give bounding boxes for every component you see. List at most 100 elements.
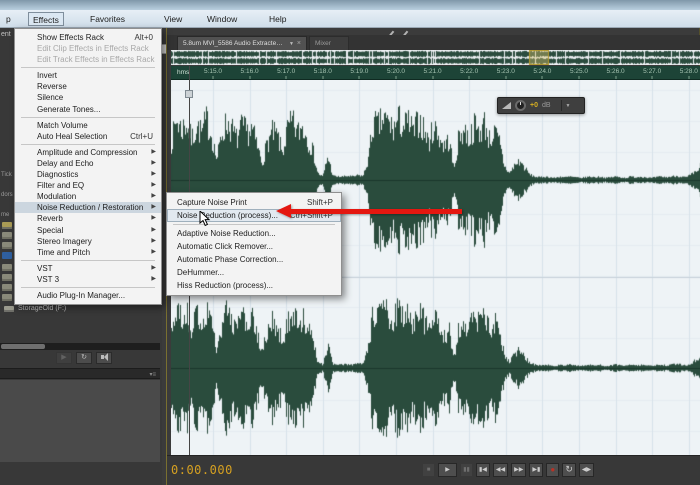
drive-icon[interactable] [2, 264, 12, 271]
menu-item-view[interactable]: View [160, 12, 186, 26]
arrow-head [276, 204, 291, 218]
menu-item-special[interactable]: Special▶ [15, 225, 161, 236]
preview-play-button[interactable]: ▶ [56, 352, 72, 364]
scrollbar-thumb[interactable] [1, 344, 45, 349]
menu-item-delay-and-echo[interactable]: Delay and Echo▶ [15, 158, 161, 169]
play-button[interactable]: ▶ [438, 463, 457, 477]
close-icon[interactable]: × [297, 40, 301, 47]
menu-item-vst[interactable]: VST▶ [15, 263, 161, 274]
menu-item-vst-3[interactable]: VST 3▶ [15, 274, 161, 285]
horizontal-scrollbar[interactable] [0, 343, 160, 350]
drive-item-storageold[interactable]: StorageOld (F:) [4, 305, 66, 312]
menu-item-reverse[interactable]: Reverse [15, 81, 161, 92]
menu-item-amplitude-and-compression[interactable]: Amplitude and Compression▶ [15, 147, 161, 158]
timeline-tick-mark [249, 76, 250, 79]
menu-item-favorites[interactable]: Favorites [86, 12, 129, 26]
menu-item-adaptive-noise-reduction[interactable]: Adaptive Noise Reduction... [167, 227, 341, 240]
menu-item-modulation[interactable]: Modulation▶ [15, 191, 161, 202]
auto-play-speaker-button[interactable] [96, 352, 112, 364]
rewind-button[interactable]: ◀◀ [493, 463, 508, 477]
menu-separator [21, 144, 155, 145]
menu-separator [173, 224, 335, 225]
panel-menu-icon[interactable]: ▾≡ [149, 371, 156, 378]
menu-item-hiss-reduction-process[interactable]: Hiss Reduction (process)... [167, 279, 341, 292]
skip-next-button[interactable]: ▶▮ [529, 463, 543, 477]
volume-hud: +0 dB ▼ [497, 97, 585, 114]
menu-item-reverb[interactable]: Reverb▶ [15, 213, 161, 224]
timeline-tick-mark [213, 76, 214, 79]
menu-item-auto-heal-selection[interactable]: Auto Heal SelectionCtrl+U [15, 131, 161, 142]
drive-icon[interactable] [2, 284, 12, 291]
drive-icon[interactable] [2, 274, 12, 281]
menu-item-silence[interactable]: Silence [15, 92, 161, 103]
loop-preview-button[interactable]: ↻ [76, 352, 92, 364]
chevron-down-icon[interactable]: ▼ [566, 103, 571, 109]
menu-item-show-effects-rack[interactable]: Show Effects RackAlt+0 [15, 32, 161, 43]
menu-item-fragment[interactable]: p [2, 12, 15, 26]
timeline-unit-label: hms [177, 69, 189, 76]
loop-playback-button[interactable]: ↻ [562, 463, 576, 477]
skip-previous-button[interactable]: ▮◀ [476, 463, 490, 477]
timeline-ruler[interactable]: hms 5:15.05:16.05:17.05:18.05:19.05:20.0… [171, 66, 700, 80]
tree-label-fragment: Tick [1, 172, 12, 178]
timeline-tick-label: 5:17.0 [277, 68, 295, 75]
time-display: 0:00.000 [171, 463, 233, 477]
menu-item-automatic-click-remover[interactable]: Automatic Click Remover... [167, 240, 341, 253]
menu-item-label: Modulation [37, 192, 76, 201]
hud-db-value: +0 [530, 102, 538, 109]
playhead-handle[interactable] [185, 90, 193, 98]
menu-item-audio-plug-in-manager[interactable]: Audio Plug-In Manager... [15, 290, 161, 301]
drive-icon[interactable] [2, 294, 12, 301]
device-icon[interactable] [2, 232, 12, 239]
pause-button[interactable]: ▮▮ [460, 463, 473, 477]
volume-knob[interactable] [515, 100, 526, 111]
record-button[interactable]: ● [546, 463, 559, 477]
tab-label: Mixer [315, 40, 331, 47]
menu-item-noise-reduction-restoration[interactable]: Noise Reduction / Restoration▶ [15, 202, 161, 213]
skip-selection-button[interactable]: ◀▶ [579, 463, 594, 477]
menu-item-stereo-imagery[interactable]: Stereo Imagery▶ [15, 236, 161, 247]
fade-icon[interactable] [502, 102, 511, 109]
timeline-tick-label: 5:27.0 [643, 68, 661, 75]
tab-mixer[interactable]: Mixer [309, 36, 349, 50]
menu-item-diagnostics[interactable]: Diagnostics▶ [15, 169, 161, 180]
speaker-icon [104, 353, 108, 361]
timeline-tick-label: 5:21.0 [424, 68, 442, 75]
timeline-tick-mark [615, 76, 616, 79]
menu-item-help[interactable]: Help [265, 12, 290, 26]
tree-label-fragment: dors [1, 192, 13, 198]
device-icon[interactable] [2, 242, 12, 249]
menu-item-dehummer[interactable]: DeHummer... [167, 266, 341, 279]
menu-item-match-volume[interactable]: Match Volume [15, 120, 161, 131]
menu-separator [21, 67, 155, 68]
tab-label: 5.8um MVI_5586 Audio Extracted_4.wav [183, 40, 286, 47]
folder-icon[interactable] [2, 222, 12, 229]
timeline-tick-mark [579, 76, 580, 79]
menu-item-effects[interactable]: Effects [28, 12, 64, 26]
menu-item-generate-tones[interactable]: Generate Tones... [15, 104, 161, 115]
menu-item-time-and-pitch[interactable]: Time and Pitch▶ [15, 247, 161, 258]
timeline-tick-label: 5:23.0 [497, 68, 515, 75]
menu-item-window[interactable]: Window [203, 12, 241, 26]
timeline-tick-label: 5:20.0 [387, 68, 405, 75]
menu-item-invert[interactable]: Invert [15, 70, 161, 81]
selected-icon[interactable] [2, 252, 12, 259]
timeline-tick-label: 5:16.0 [241, 68, 259, 75]
effects-menu: Show Effects RackAlt+0Edit Clip Effects … [14, 28, 162, 305]
menu-item-label: Audio Plug-In Manager... [37, 291, 125, 300]
waveform-overview-navigator[interactable] [171, 50, 700, 65]
menu-separator [21, 117, 155, 118]
menu-item-label: Automatic Click Remover... [177, 242, 273, 251]
fast-forward-button[interactable]: ▶▶ [511, 463, 526, 477]
menu-separator [21, 287, 155, 288]
tab-audio-file[interactable]: 5.8um MVI_5586 Audio Extracted_4.wav ▼ × [177, 36, 307, 50]
menu-separator [21, 260, 155, 261]
chevron-down-icon[interactable]: ▼ [289, 41, 294, 47]
menu-item-label: VST [37, 264, 53, 273]
menu-item-label: Special [37, 226, 63, 235]
stop-button[interactable]: ■ [422, 463, 435, 477]
menu-item-label: Edit Track Effects in Effects Rack [37, 55, 155, 64]
menu-item-automatic-phase-correction[interactable]: Automatic Phase Correction... [167, 253, 341, 266]
menu-item-filter-and-eq[interactable]: Filter and EQ▶ [15, 180, 161, 191]
timeline-tick-mark [322, 76, 323, 79]
